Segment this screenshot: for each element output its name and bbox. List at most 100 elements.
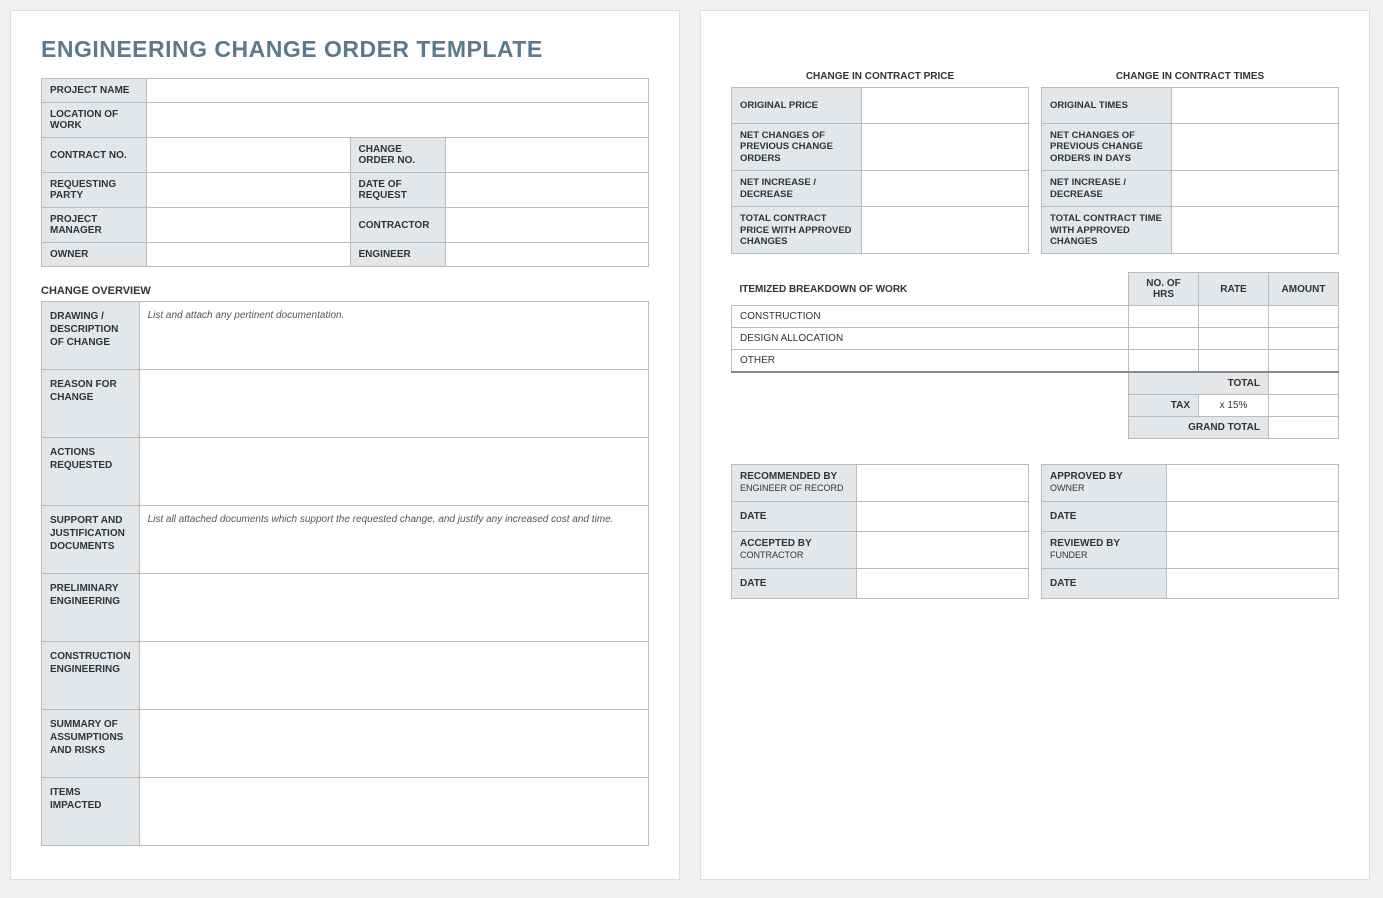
price-label: TOTAL CONTRACT PRICE WITH APPROVED CHANG… <box>732 207 862 254</box>
times-column: CHANGE IN CONTRACT TIMES ORIGINAL TIMES … <box>1041 71 1339 254</box>
contractor-label: CONTRACTOR <box>350 208 445 243</box>
table-row: DATE <box>732 569 1029 599</box>
overview-label: CONSTRUCTION ENGINEERING <box>42 642 140 710</box>
page-1: ENGINEERING CHANGE ORDER TEMPLATE PROJEC… <box>10 10 680 880</box>
total-field[interactable] <box>1269 372 1339 395</box>
overview-content-field[interactable] <box>139 778 648 846</box>
item-amount-field[interactable] <box>1269 328 1339 350</box>
overview-content-field[interactable] <box>139 642 648 710</box>
tax-rate-value: x 15% <box>1199 395 1269 417</box>
times-label: ORIGINAL TIMES <box>1042 88 1172 124</box>
table-row: CONSTRUCTION ENGINEERING <box>42 642 649 710</box>
item-hrs-field[interactable] <box>1129 328 1199 350</box>
price-value-field[interactable] <box>862 124 1029 171</box>
item-hrs-field[interactable] <box>1129 306 1199 328</box>
date-of-request-field[interactable] <box>445 173 649 208</box>
change-order-no-field[interactable] <box>445 138 649 173</box>
table-row: DRAWING / DESCRIPTION OF CHANGEList and … <box>42 302 649 370</box>
recommended-by-field[interactable] <box>857 465 1029 502</box>
item-rate-field[interactable] <box>1199 350 1269 373</box>
item-hrs-field[interactable] <box>1129 350 1199 373</box>
table-row: NET INCREASE / DECREASE <box>732 171 1029 207</box>
grand-total-field[interactable] <box>1269 417 1339 439</box>
itemized-title: ITEMIZED BREAKDOWN OF WORK <box>732 273 1129 306</box>
owner-field[interactable] <box>147 243 351 267</box>
table-row: DATE <box>732 502 1029 532</box>
price-value-field[interactable] <box>862 207 1029 254</box>
table-row: NET CHANGES OF PREVIOUS CHANGE ORDERS IN… <box>1042 124 1339 171</box>
price-column: CHANGE IN CONTRACT PRICE ORIGINAL PRICE … <box>731 71 1029 254</box>
table-row: SUPPORT AND JUSTIFICATION DOCUMENTSList … <box>42 506 649 574</box>
change-overview-title: CHANGE OVERVIEW <box>41 285 649 297</box>
times-label: NET INCREASE / DECREASE <box>1042 171 1172 207</box>
table-row: REQUESTING PARTY DATE OF REQUEST <box>42 173 649 208</box>
engineer-field[interactable] <box>445 243 649 267</box>
table-row: ORIGINAL TIMES <box>1042 88 1339 124</box>
table-row: ACTIONS REQUESTED <box>42 438 649 506</box>
overview-label: SUPPORT AND JUSTIFICATION DOCUMENTS <box>42 506 140 574</box>
project-name-label: PROJECT NAME <box>42 79 147 103</box>
project-manager-label: PROJECT MANAGER <box>42 208 147 243</box>
contractor-field[interactable] <box>445 208 649 243</box>
overview-label: DRAWING / DESCRIPTION OF CHANGE <box>42 302 140 370</box>
table-row: PROJECT NAME <box>42 79 649 103</box>
table-row: ACCEPTED BYCONTRACTOR <box>732 532 1029 569</box>
change-overview-table: DRAWING / DESCRIPTION OF CHANGEList and … <box>41 301 649 846</box>
table-row: OTHER <box>732 350 1339 373</box>
item-amount-field[interactable] <box>1269 306 1339 328</box>
accepted-by-label: ACCEPTED BYCONTRACTOR <box>732 532 857 569</box>
contract-no-label: CONTRACT NO. <box>42 138 147 173</box>
times-value-field[interactable] <box>1172 88 1339 124</box>
item-rate-field[interactable] <box>1199 306 1269 328</box>
table-header-row: ITEMIZED BREAKDOWN OF WORK NO. OF HRS RA… <box>732 273 1339 306</box>
table-row: NET INCREASE / DECREASE <box>1042 171 1339 207</box>
overview-content-field[interactable]: List and attach any pertinent documentat… <box>139 302 648 370</box>
reviewed-by-label: REVIEWED BYFUNDER <box>1042 532 1167 569</box>
recommended-by-label: RECOMMENDED BYENGINEER OF RECORD <box>732 465 857 502</box>
project-name-field[interactable] <box>147 79 649 103</box>
times-value-field[interactable] <box>1172 171 1339 207</box>
date-field[interactable] <box>857 569 1029 599</box>
contract-no-field[interactable] <box>147 138 351 173</box>
overview-content-field[interactable] <box>139 574 648 642</box>
requesting-party-label: REQUESTING PARTY <box>42 173 147 208</box>
item-amount-field[interactable] <box>1269 350 1339 373</box>
amount-header: AMOUNT <box>1269 273 1339 306</box>
times-value-field[interactable] <box>1172 124 1339 171</box>
accepted-by-field[interactable] <box>857 532 1029 569</box>
price-value-field[interactable] <box>862 88 1029 124</box>
tax-label: TAX <box>1129 395 1199 417</box>
approved-by-field[interactable] <box>1167 465 1339 502</box>
item-rate-field[interactable] <box>1199 328 1269 350</box>
table-row: APPROVED BYOWNER <box>1042 465 1339 502</box>
table-row: ORIGINAL PRICE <box>732 88 1029 124</box>
price-label: NET CHANGES OF PREVIOUS CHANGE ORDERS <box>732 124 862 171</box>
table-row: CONTRACT NO. CHANGE ORDER NO. <box>42 138 649 173</box>
overview-content-field[interactable] <box>139 438 648 506</box>
times-title: CHANGE IN CONTRACT TIMES <box>1041 71 1339 82</box>
requesting-party-field[interactable] <box>147 173 351 208</box>
overview-content-field[interactable] <box>139 370 648 438</box>
reviewed-by-field[interactable] <box>1167 532 1339 569</box>
table-row: LOCATION OF WORK <box>42 103 649 138</box>
overview-content-field[interactable]: List all attached documents which suppor… <box>139 506 648 574</box>
date-label: DATE <box>1042 502 1167 532</box>
date-field[interactable] <box>1167 569 1339 599</box>
project-manager-field[interactable] <box>147 208 351 243</box>
overview-content-field[interactable] <box>139 710 648 778</box>
tax-amount-field[interactable] <box>1269 395 1339 417</box>
times-label: TOTAL CONTRACT TIME WITH APPROVED CHANGE… <box>1042 207 1172 254</box>
table-row: OWNER ENGINEER <box>42 243 649 267</box>
date-of-request-label: DATE OF REQUEST <box>350 173 445 208</box>
date-field[interactable] <box>857 502 1029 532</box>
times-label: NET CHANGES OF PREVIOUS CHANGE ORDERS IN… <box>1042 124 1172 171</box>
rate-header: RATE <box>1199 273 1269 306</box>
times-value-field[interactable] <box>1172 207 1339 254</box>
table-row: CONSTRUCTION <box>732 306 1339 328</box>
location-field[interactable] <box>147 103 649 138</box>
table-row: SUMMARY OF ASSUMPTIONS AND RISKS <box>42 710 649 778</box>
price-title: CHANGE IN CONTRACT PRICE <box>731 71 1029 82</box>
date-field[interactable] <box>1167 502 1339 532</box>
table-row: PRELIMINARY ENGINEERING <box>42 574 649 642</box>
price-value-field[interactable] <box>862 171 1029 207</box>
